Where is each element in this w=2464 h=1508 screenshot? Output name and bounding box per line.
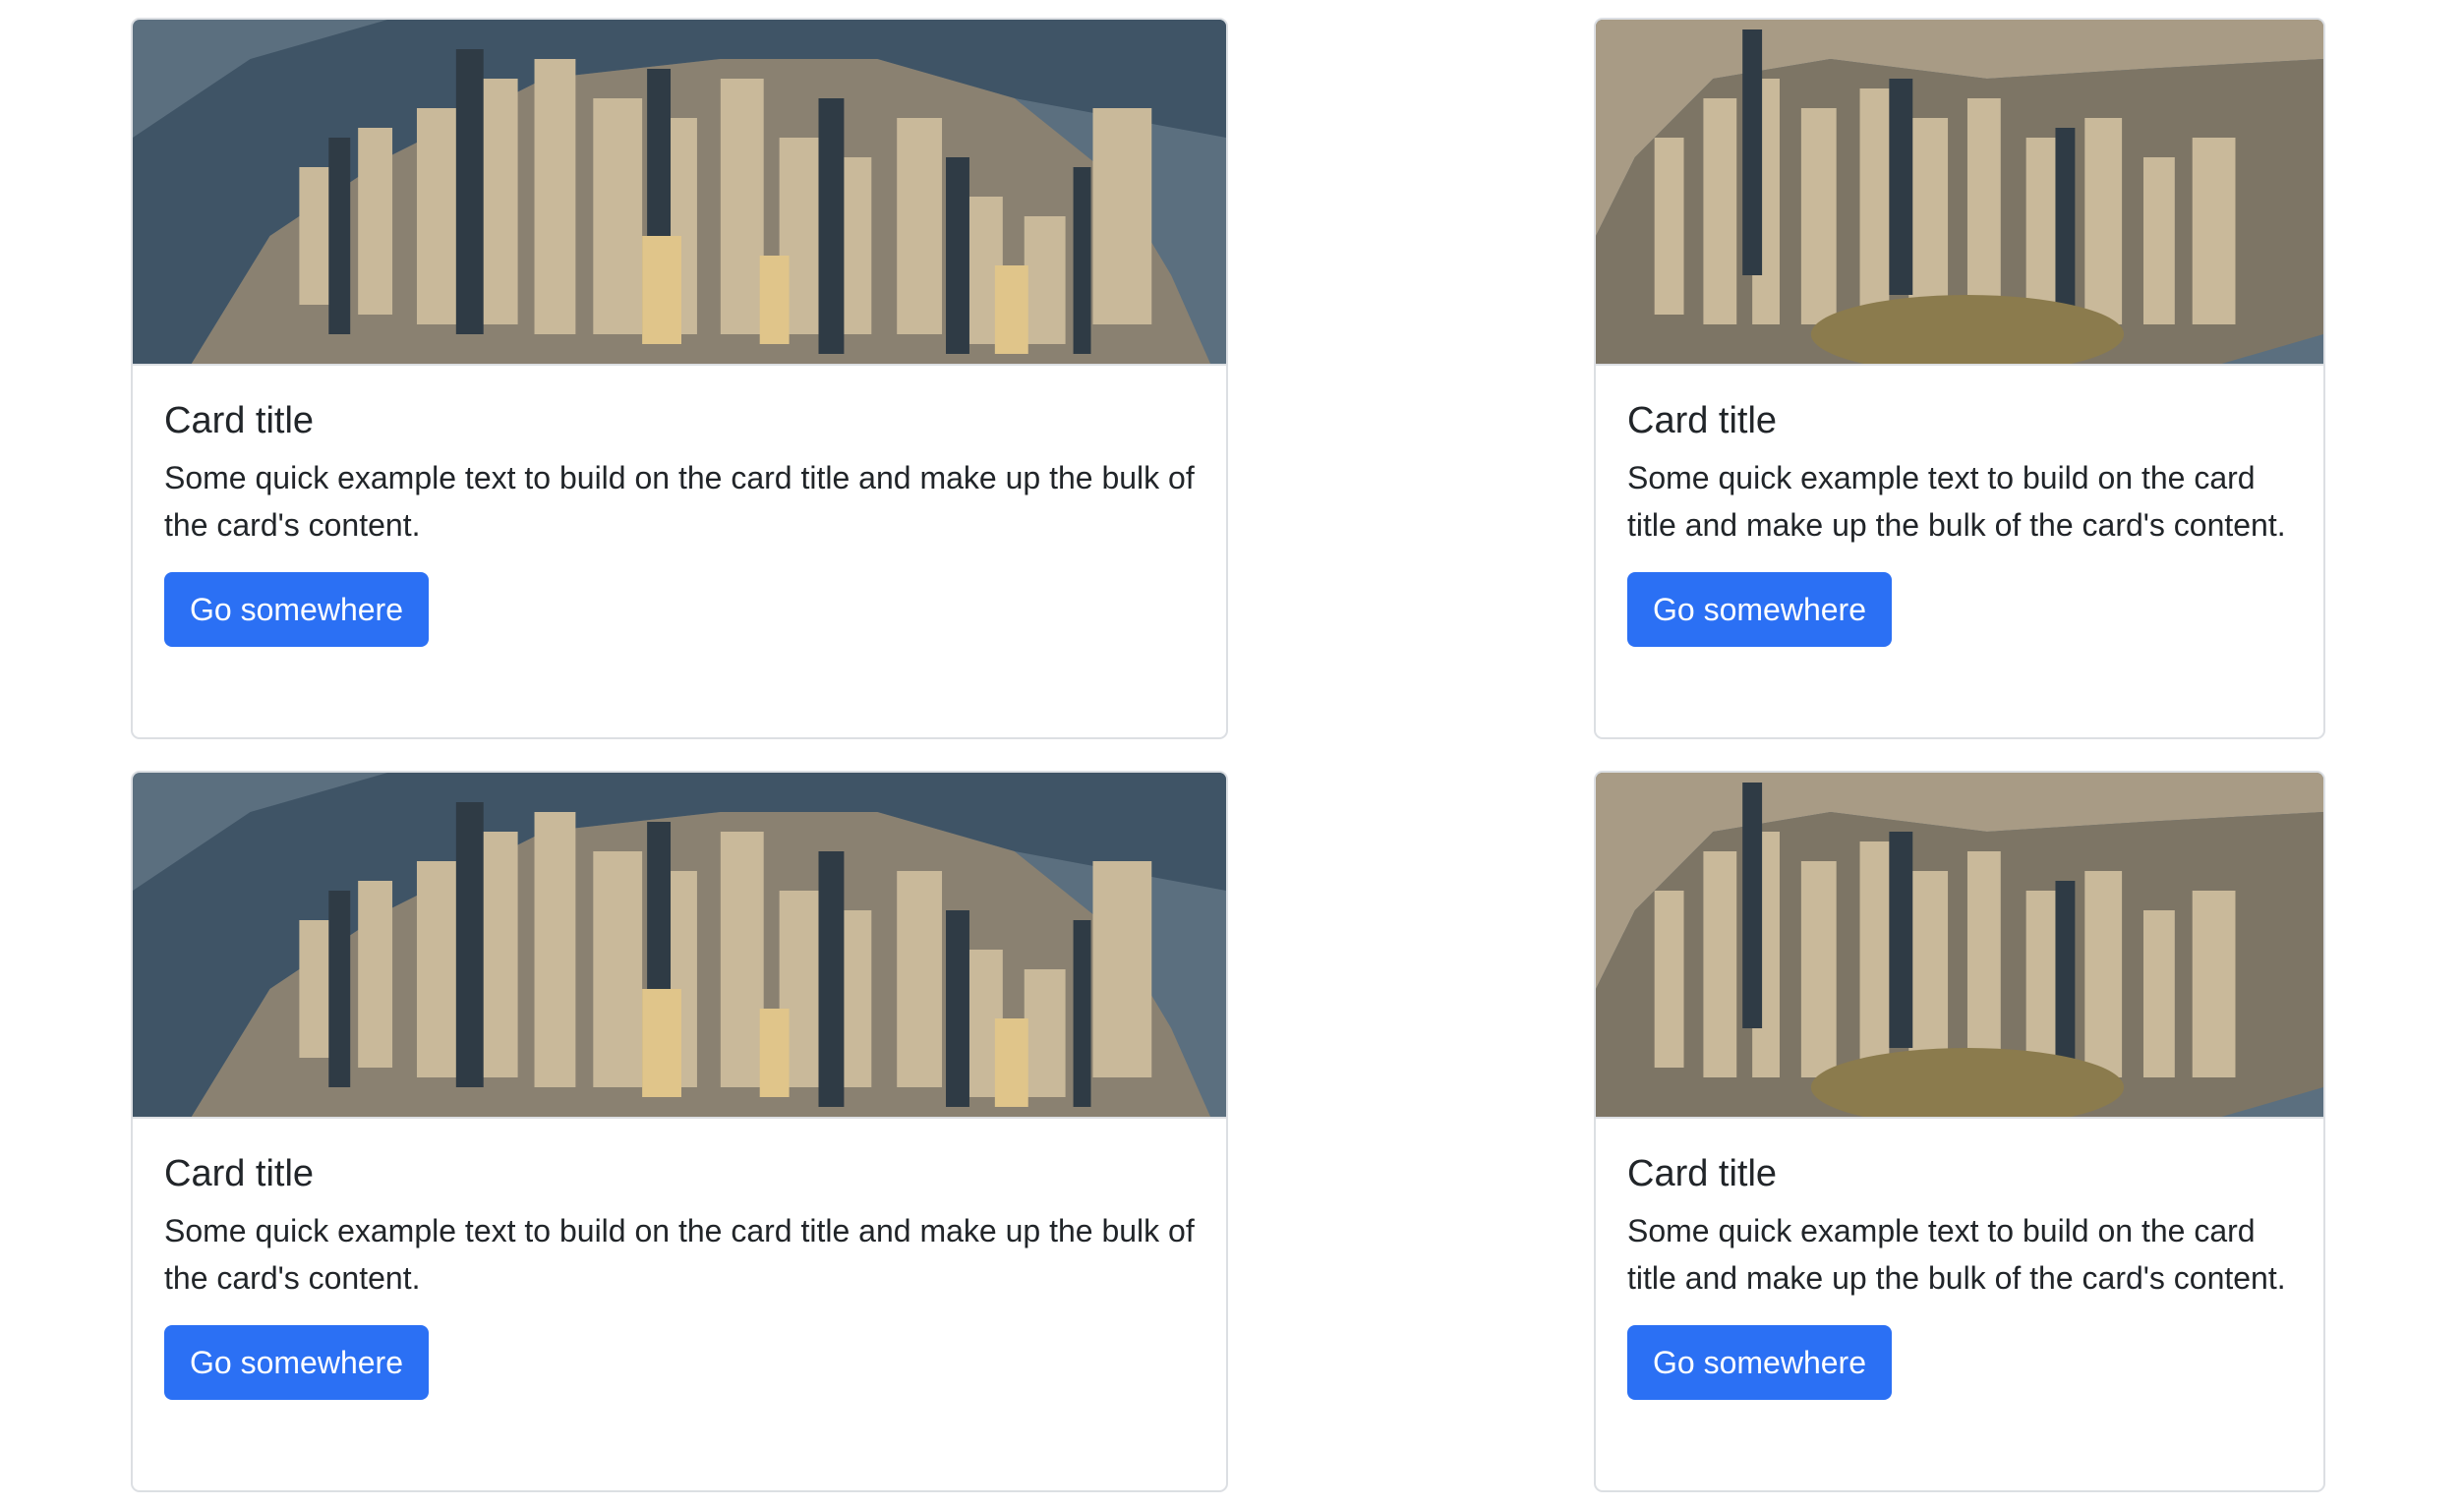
card-title: Card title <box>1627 400 1778 441</box>
card-title: Card title <box>1627 1153 1778 1194</box>
card-body: Card title Some quick example text to bu… <box>133 366 1226 647</box>
go-somewhere-button[interactable]: Go somewhere <box>1627 572 1892 647</box>
card: Card title Some quick example text to bu… <box>1594 771 2325 1492</box>
card: Card title Some quick example text to bu… <box>1594 18 2325 739</box>
card-grid: Card title Some quick example text to bu… <box>0 0 2464 1508</box>
card-text: Some quick example text to build on the … <box>1627 1213 2286 1296</box>
card-text: Some quick example text to build on the … <box>164 460 1195 543</box>
card-body: Card title Some quick example text to bu… <box>1596 1119 2323 1400</box>
card-image <box>133 773 1226 1119</box>
card-image <box>1596 773 2323 1119</box>
card-title: Card title <box>164 400 315 441</box>
go-somewhere-button[interactable]: Go somewhere <box>1627 1325 1892 1400</box>
card-title: Card title <box>164 1153 315 1194</box>
card-image <box>133 20 1226 366</box>
card: Card title Some quick example text to bu… <box>131 18 1228 739</box>
card-body: Card title Some quick example text to bu… <box>1596 366 2323 647</box>
card: Card title Some quick example text to bu… <box>131 771 1228 1492</box>
card-text: Some quick example text to build on the … <box>1627 460 2286 543</box>
go-somewhere-button[interactable]: Go somewhere <box>164 572 429 647</box>
card-text: Some quick example text to build on the … <box>164 1213 1195 1296</box>
card-body: Card title Some quick example text to bu… <box>133 1119 1226 1400</box>
go-somewhere-button[interactable]: Go somewhere <box>164 1325 429 1400</box>
card-image <box>1596 20 2323 366</box>
